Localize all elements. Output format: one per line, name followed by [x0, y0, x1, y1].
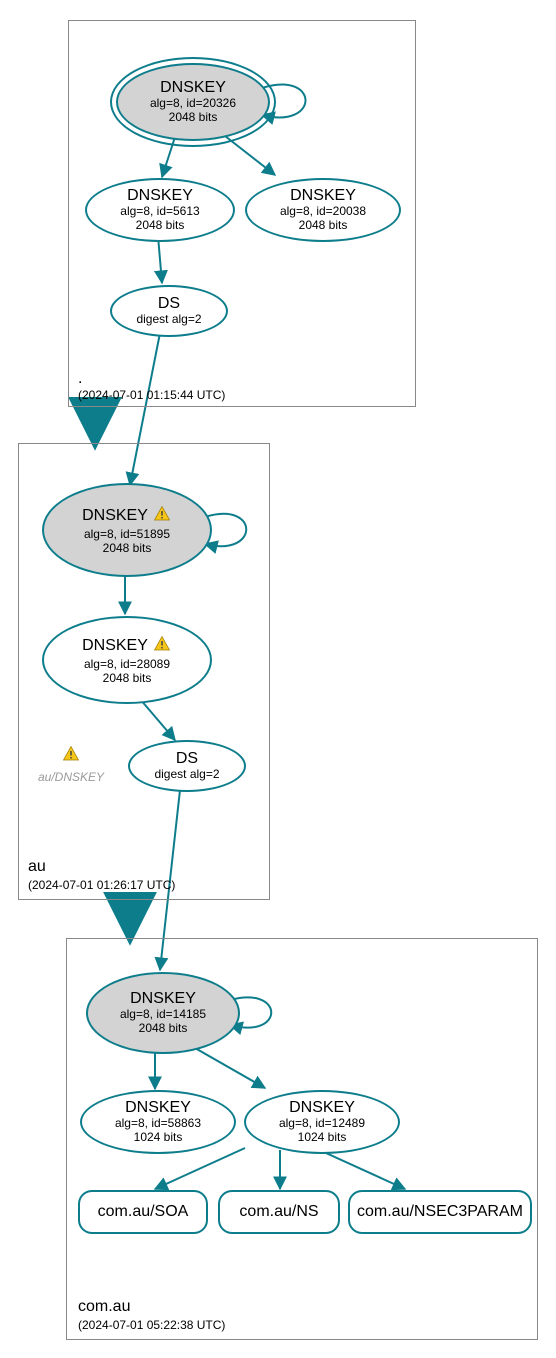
node-line2: 2048 bits: [139, 1022, 188, 1036]
node-title: DNSKEY: [82, 637, 148, 655]
root-ksk-node: DNSKEY alg=8, id=20326 2048 bits: [116, 63, 270, 141]
zone-comau-label: com.au: [78, 1298, 130, 1316]
zone-au-time: (2024-07-01 01:26:17 UTC): [28, 878, 175, 892]
annotation-label: au/DNSKEY: [38, 770, 104, 784]
node-title: DNSKEY: [127, 187, 193, 205]
node-title: DNSKEY: [290, 187, 356, 205]
warning-icon: [61, 745, 81, 768]
node-title: DNSKEY: [82, 507, 148, 525]
node-title: DNSKEY: [130, 990, 196, 1008]
node-line1: alg=8, id=28089: [84, 658, 170, 672]
node-line2: 2048 bits: [103, 542, 152, 556]
node-title: DS: [176, 750, 198, 768]
warning-icon: [152, 635, 172, 658]
root-ds-node: DS digest alg=2: [110, 285, 228, 337]
node-line2: 2048 bits: [169, 111, 218, 125]
node-line1: alg=8, id=12489: [279, 1117, 365, 1131]
node-title: DNSKEY: [289, 1099, 355, 1117]
node-line2: 1024 bits: [298, 1131, 347, 1145]
au-zsk-node: DNSKEY alg=8, id=28089 2048 bits: [42, 616, 212, 704]
zone-comau-time: (2024-07-01 05:22:38 UTC): [78, 1318, 225, 1332]
node-title: com.au/NS: [239, 1203, 318, 1221]
node-line1: alg=8, id=58863: [115, 1117, 201, 1131]
node-line1: digest alg=2: [136, 313, 201, 327]
node-line1: alg=8, id=20326: [150, 97, 236, 111]
zone-root-label: .: [78, 370, 82, 388]
node-line2: 2048 bits: [136, 219, 185, 233]
comau-soa-node: com.au/SOA: [78, 1190, 208, 1234]
au-ksk-node: DNSKEY alg=8, id=51895 2048 bits: [42, 483, 212, 577]
au-ds-node: DS digest alg=2: [128, 740, 246, 792]
node-title: com.au/NSEC3PARAM: [357, 1203, 523, 1221]
node-line1: alg=8, id=5613: [120, 205, 199, 219]
node-line2: 2048 bits: [103, 672, 152, 686]
node-title: com.au/SOA: [98, 1203, 189, 1221]
node-line1: alg=8, id=20038: [280, 205, 366, 219]
node-line2: 1024 bits: [134, 1131, 183, 1145]
node-title: DNSKEY: [160, 79, 226, 97]
comau-zsk-12489-node: DNSKEY alg=8, id=12489 1024 bits: [244, 1090, 400, 1154]
node-line1: alg=8, id=14185: [120, 1008, 206, 1022]
node-title: DS: [158, 295, 180, 313]
node-line1: digest alg=2: [154, 768, 219, 782]
warning-icon: [152, 505, 172, 528]
root-zsk-20038-node: DNSKEY alg=8, id=20038 2048 bits: [245, 178, 401, 242]
comau-nsec3param-node: com.au/NSEC3PARAM: [348, 1190, 532, 1234]
comau-ns-node: com.au/NS: [218, 1190, 340, 1234]
zone-au-label: au: [28, 858, 46, 876]
comau-zsk-58863-node: DNSKEY alg=8, id=58863 1024 bits: [80, 1090, 236, 1154]
root-zsk-5613-node: DNSKEY alg=8, id=5613 2048 bits: [85, 178, 235, 242]
node-line1: alg=8, id=51895: [84, 528, 170, 542]
node-title: DNSKEY: [125, 1099, 191, 1117]
comau-ksk-node: DNSKEY alg=8, id=14185 2048 bits: [86, 972, 240, 1054]
zone-root-time: (2024-07-01 01:15:44 UTC): [78, 388, 225, 402]
node-line2: 2048 bits: [299, 219, 348, 233]
au-dnskey-annotation: au/DNSKEY: [38, 745, 104, 784]
